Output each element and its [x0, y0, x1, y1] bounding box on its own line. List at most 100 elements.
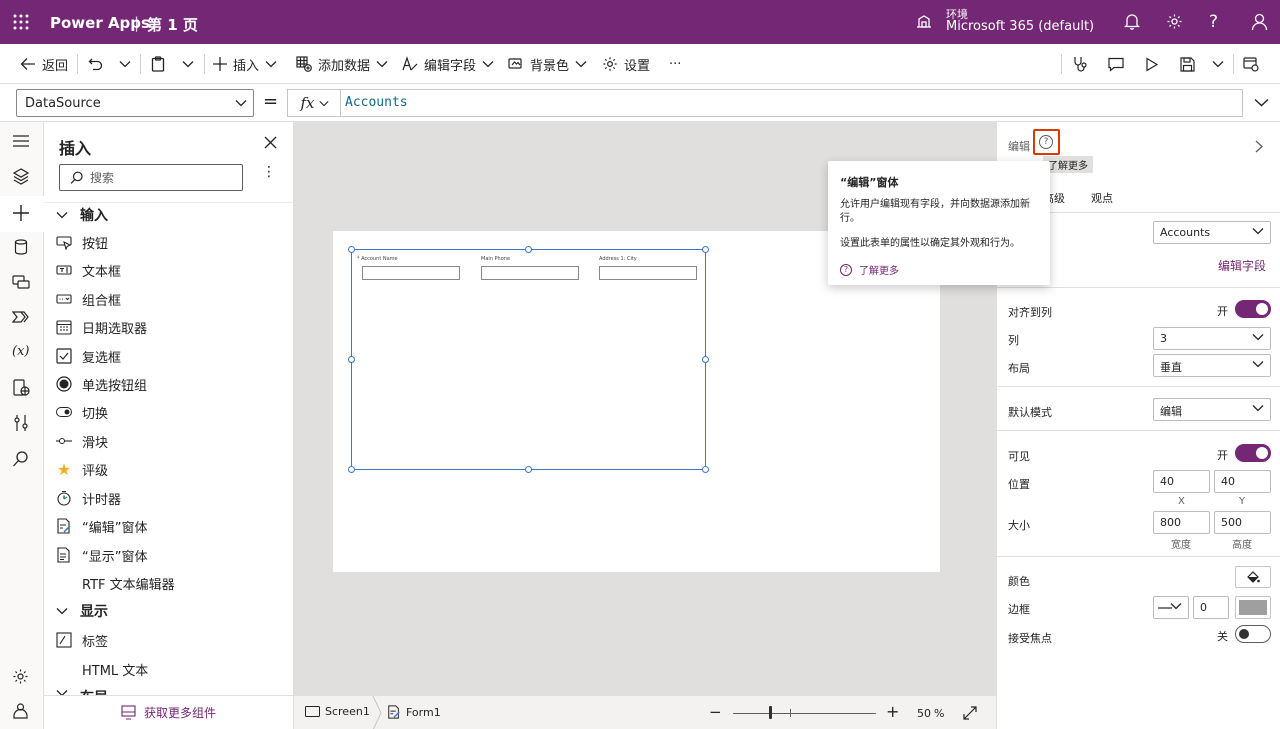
hamburger-icon[interactable]	[12, 132, 32, 152]
resize-handle[interactable]	[525, 466, 532, 473]
insert-item-label[interactable]: 标签	[56, 629, 108, 651]
settings-button[interactable]: 设置	[602, 44, 650, 84]
chevron-right-icon[interactable]	[1255, 140, 1263, 153]
border-color-picker[interactable]	[1235, 596, 1271, 619]
edit-fields-link[interactable]: 编辑字段	[1218, 257, 1266, 274]
columns-dropdown[interactable]: 3	[1153, 327, 1271, 350]
settings-gear-icon[interactable]	[12, 668, 32, 688]
media-icon[interactable]	[12, 273, 32, 293]
resize-handle[interactable]	[348, 246, 355, 253]
property-dropdown[interactable]: DataSource	[16, 89, 254, 117]
width-input[interactable]: 800	[1153, 511, 1210, 534]
zoom-out-button[interactable]: −	[709, 703, 722, 721]
zoom-slider-thumb[interactable]	[769, 706, 772, 719]
add-data-button[interactable]: 添加数据	[296, 44, 388, 84]
paste-menu-chevron-icon[interactable]	[182, 44, 194, 84]
zoom-in-button[interactable]: +	[886, 702, 899, 721]
more-commands-button[interactable]: ···	[669, 44, 681, 84]
breadcrumb-form[interactable]: Form1	[387, 705, 441, 719]
insert-item-rich-text-editor[interactable]: RTF 文本编辑器	[56, 572, 175, 594]
insert-item-edit-form[interactable]: “编辑”窗体	[56, 515, 147, 537]
insert-plus-icon[interactable]	[12, 204, 32, 224]
border-width-input[interactable]: 0	[1193, 596, 1229, 619]
save-icon[interactable]	[1180, 44, 1195, 84]
resize-handle[interactable]	[702, 246, 709, 253]
undo-button[interactable]	[88, 44, 103, 84]
formula-input[interactable]: Accounts	[340, 89, 1243, 117]
background-color-button[interactable]: 背景色	[508, 44, 587, 84]
save-menu-chevron-icon[interactable]	[1212, 44, 1224, 84]
datasource-dropdown[interactable]: Accounts	[1153, 221, 1271, 244]
color-picker[interactable]	[1235, 566, 1271, 588]
gear-icon[interactable]	[1166, 13, 1183, 30]
more-options-icon[interactable]: ⋮	[262, 165, 276, 179]
insert-item-checkbox[interactable]: 复选框	[56, 345, 121, 367]
position-x-input[interactable]: 40	[1153, 470, 1210, 493]
position-y-input[interactable]: 40	[1214, 470, 1271, 493]
focus-toggle[interactable]	[1235, 625, 1271, 643]
data-icon[interactable]	[12, 238, 32, 258]
breadcrumb-screen[interactable]: Screen1	[305, 705, 370, 718]
virtual-agent-icon[interactable]	[12, 702, 32, 722]
search-icon[interactable]	[12, 450, 32, 470]
variables-icon[interactable]: (x)	[12, 344, 32, 364]
layout-dropdown[interactable]: 垂直	[1153, 354, 1271, 377]
resize-handle[interactable]	[348, 466, 355, 473]
advanced-tools-icon[interactable]	[12, 379, 32, 399]
insert-item-button[interactable]: 按钮	[56, 231, 108, 253]
search-input[interactable]: 搜索	[59, 164, 243, 191]
help-icon[interactable]: ?	[1209, 12, 1218, 32]
bell-icon[interactable]	[1124, 13, 1140, 30]
app-launcher-icon[interactable]	[12, 13, 30, 31]
environment-name[interactable]: Microsoft 365 (default)	[946, 19, 1094, 34]
resize-handle[interactable]	[348, 356, 355, 363]
tree-view-icon[interactable]	[12, 167, 32, 187]
resize-handle[interactable]	[702, 356, 709, 363]
form-field-input[interactable]	[362, 266, 460, 280]
learn-more-link[interactable]: ? 了解更多	[840, 262, 899, 277]
tab-ideas[interactable]: 观点	[1091, 190, 1113, 206]
help-question-icon[interactable]: ?	[1039, 135, 1053, 149]
expand-formula-chevron-icon[interactable]	[1254, 98, 1269, 107]
border-style-dropdown[interactable]	[1153, 596, 1189, 619]
snap-toggle[interactable]	[1235, 300, 1271, 318]
zoom-slider[interactable]	[733, 713, 876, 714]
publish-icon[interactable]	[1243, 44, 1259, 84]
paste-button[interactable]	[151, 44, 165, 84]
insert-item-date-picker[interactable]: 日期选取器	[56, 316, 147, 338]
close-icon[interactable]	[264, 136, 277, 149]
get-more-components-link[interactable]: 获取更多组件	[44, 695, 293, 729]
resize-handle[interactable]	[525, 246, 532, 253]
insert-button[interactable]: 插入	[213, 44, 277, 84]
insert-item-toggle[interactable]: 切换	[56, 401, 108, 423]
fit-to-window-icon[interactable]	[963, 706, 977, 720]
play-icon[interactable]	[1145, 44, 1159, 84]
app-checker-icon[interactable]	[1072, 44, 1089, 84]
insert-item-combo-box[interactable]: 组合框	[56, 288, 121, 310]
default-mode-dropdown[interactable]: 编辑	[1153, 398, 1271, 421]
insert-item-rating[interactable]: ★ 评级	[56, 458, 108, 480]
visible-toggle[interactable]	[1235, 444, 1271, 462]
item-label: 按钮	[82, 236, 109, 252]
group-header-input[interactable]: 输入	[56, 205, 108, 225]
form-field-input[interactable]	[599, 266, 697, 280]
group-header-display[interactable]: 显示	[56, 601, 108, 621]
form-field-input[interactable]	[481, 266, 579, 280]
insert-item-text-input[interactable]: 文本框	[56, 259, 121, 281]
edit-fields-button[interactable]: 编辑字段	[402, 44, 494, 84]
function-button[interactable]: fx	[287, 89, 341, 117]
insert-item-timer[interactable]: 计时器	[56, 487, 121, 509]
power-automate-icon[interactable]	[12, 308, 32, 328]
resize-handle[interactable]	[702, 466, 709, 473]
insert-item-html-text[interactable]: HTML 文本	[56, 658, 148, 680]
insert-item-radio[interactable]: 单选按钮组	[56, 373, 147, 395]
insert-item-slider[interactable]: 滑块	[56, 430, 108, 452]
comments-icon[interactable]	[1108, 44, 1124, 84]
insert-item-display-form[interactable]: “显示”窗体	[56, 544, 147, 566]
account-icon[interactable]	[1251, 13, 1268, 31]
undo-menu-chevron-icon[interactable]	[119, 44, 131, 84]
tools-icon[interactable]	[12, 414, 32, 434]
back-button[interactable]: 返回	[20, 44, 68, 84]
edit-form-control[interactable]: * Account Name Main Phone Address 1: Cit…	[351, 249, 706, 470]
height-input[interactable]: 500	[1214, 511, 1271, 534]
